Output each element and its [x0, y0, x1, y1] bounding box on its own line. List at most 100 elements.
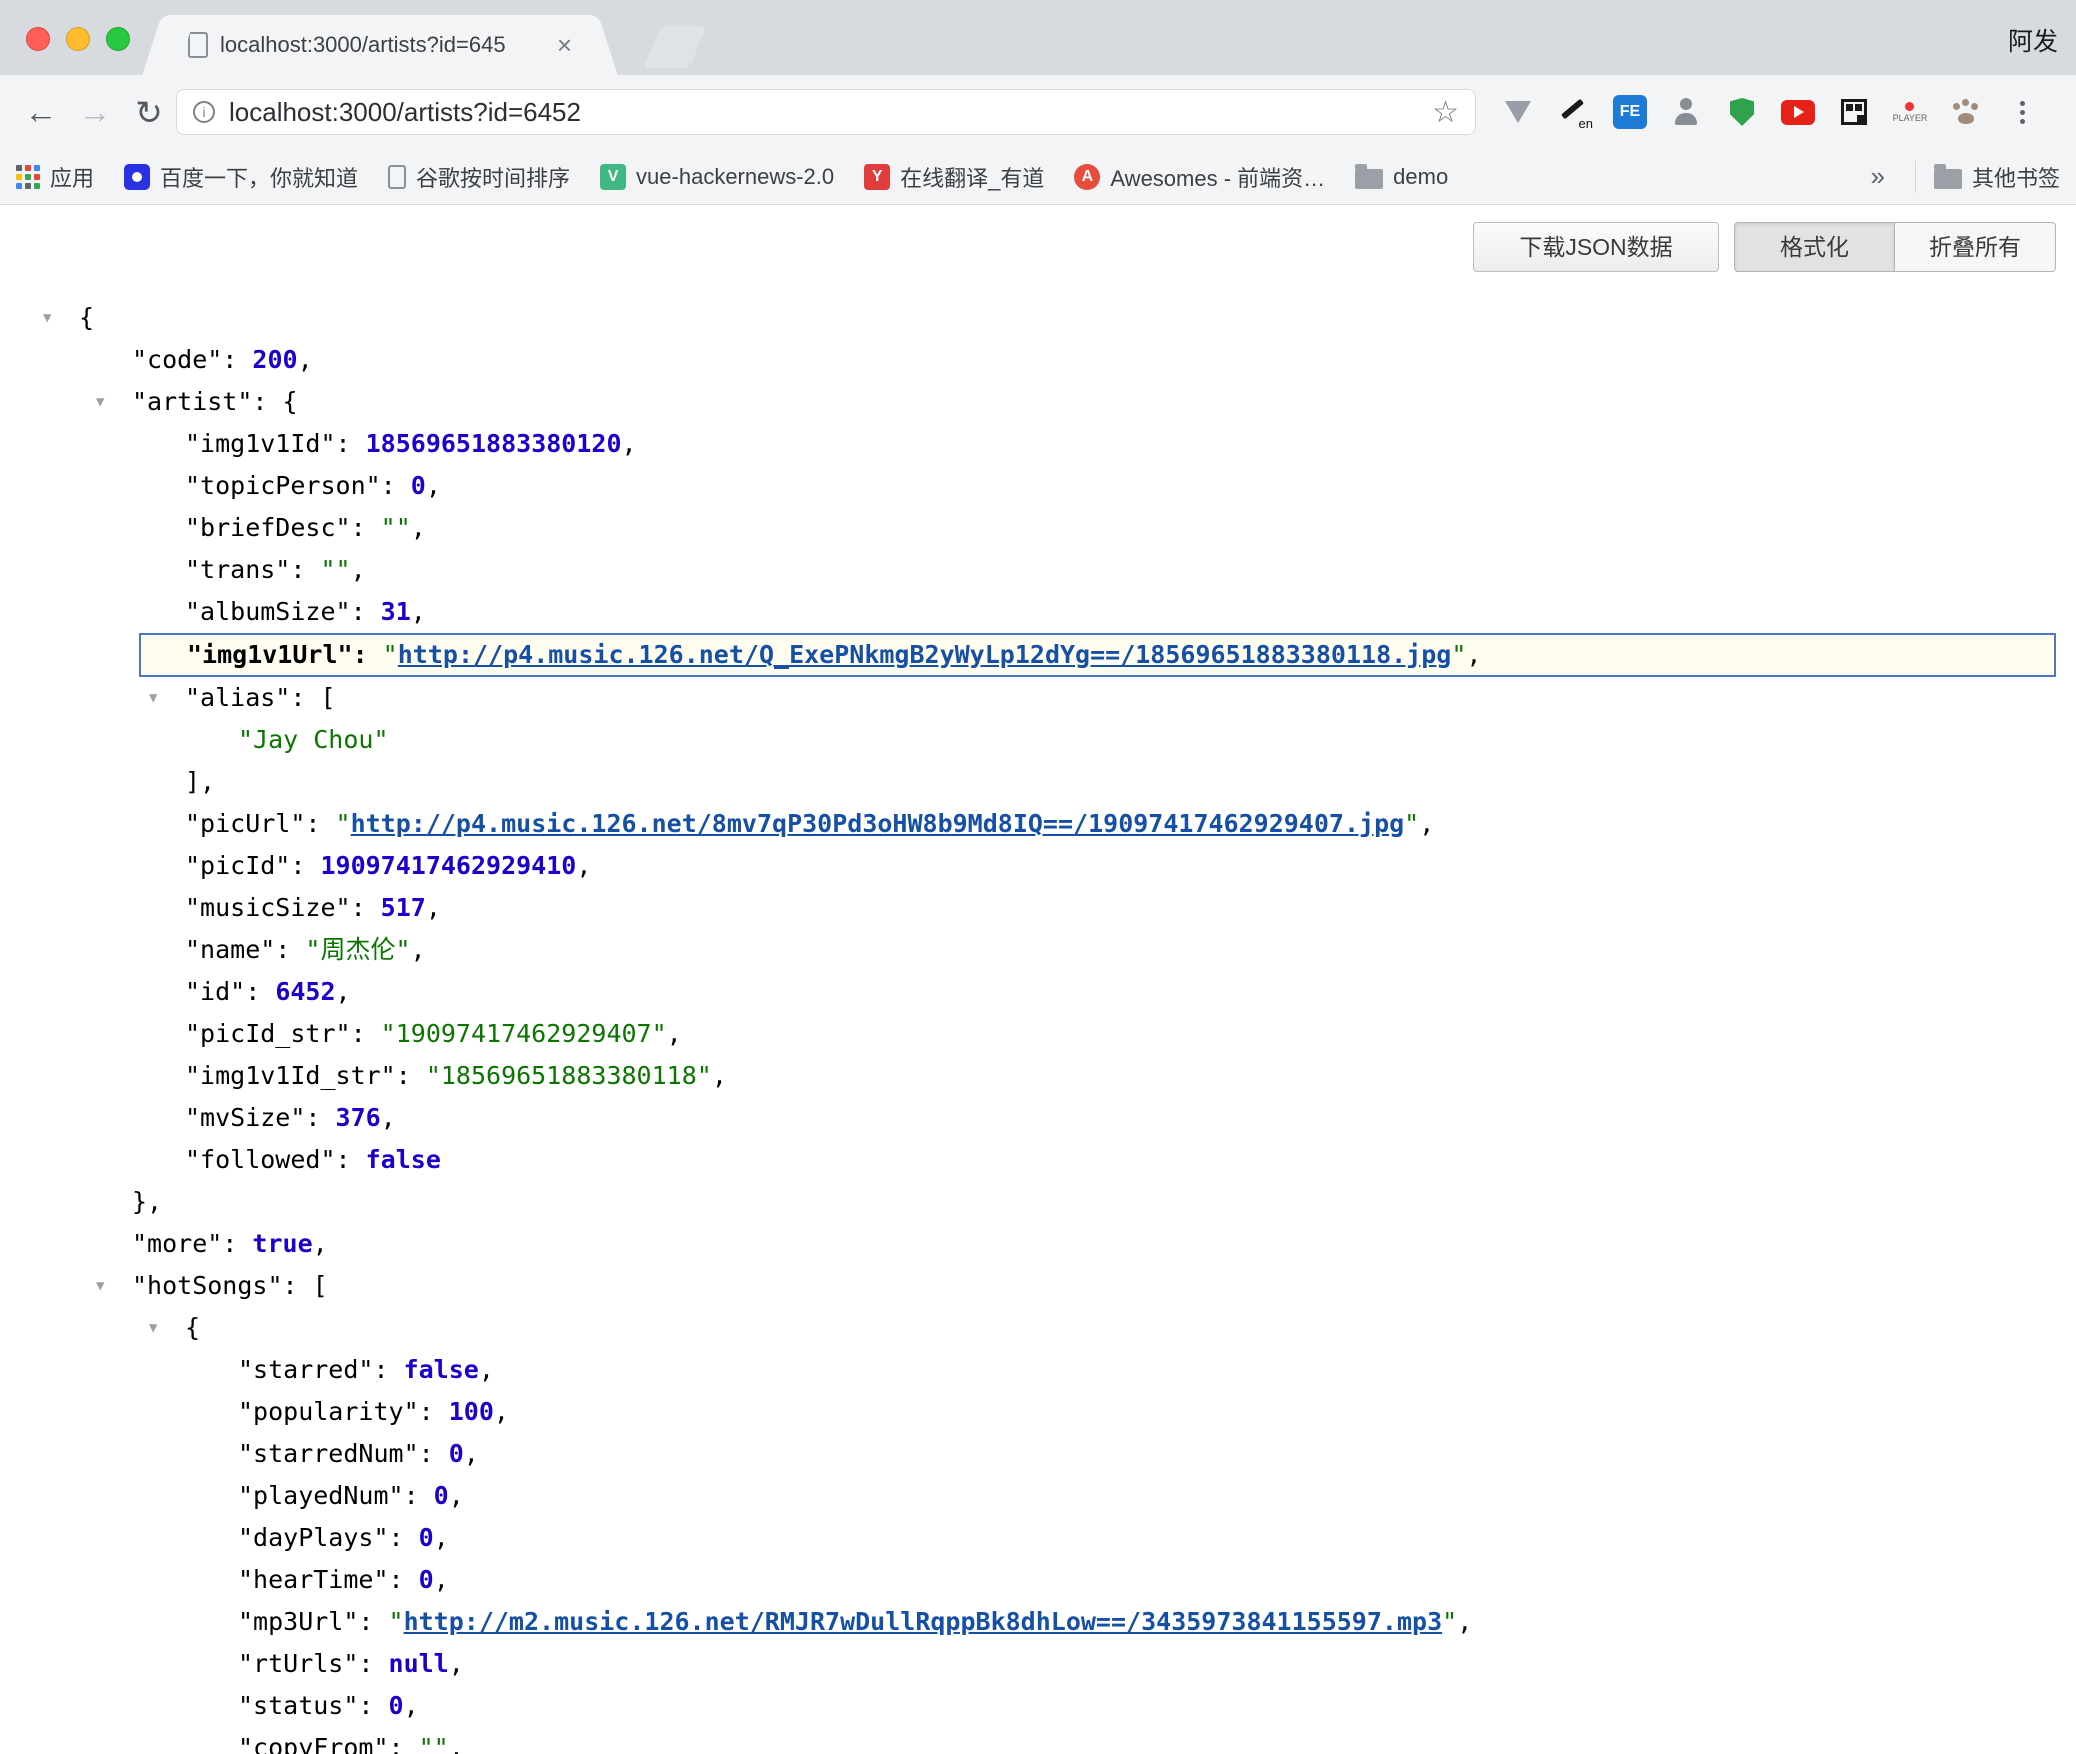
fehelper-extension-icon[interactable]: FE [1610, 92, 1650, 132]
vue-icon: V [600, 164, 626, 190]
json-line: "starred": false, [0, 1349, 2076, 1391]
format-button[interactable]: 格式化 [1734, 222, 1895, 272]
play-icon [1781, 100, 1815, 125]
collapse-arrow-icon[interactable]: ▼ [149, 677, 157, 719]
bookmarks-overflow-chevron[interactable]: » [1871, 161, 1885, 192]
bookmark-vue-hackernews[interactable]: V vue-hackernews-2.0 [600, 164, 834, 190]
other-bookmarks[interactable]: 其他书签 [1915, 161, 2060, 193]
awesomes-icon: A [1074, 164, 1100, 190]
qrcode-extension-icon[interactable] [1834, 92, 1874, 132]
json-line: "trans": "", [0, 549, 2076, 591]
collapse-arrow-icon[interactable]: ▼ [149, 1307, 157, 1349]
url-input[interactable]: localhost:3000/artists?id=6452 [229, 97, 1418, 128]
grey-v-extension-icon[interactable] [1498, 92, 1538, 132]
browser-menu-icon[interactable] [2002, 92, 2042, 132]
page-content: 下载JSON数据 格式化 折叠所有 ▼{"code": 200,▼"artist… [0, 205, 2076, 1754]
json-line: ▼"hotSongs": [ [0, 1265, 2076, 1307]
collapse-arrow-icon[interactable]: ▼ [96, 1265, 104, 1307]
profile-name[interactable]: 阿发 [2008, 22, 2058, 58]
bookmark-label: vue-hackernews-2.0 [636, 164, 834, 190]
bookmark-baidu[interactable]: 百度一下，你就知道 [124, 161, 358, 193]
shield-icon [1730, 98, 1754, 126]
bookmark-label: demo [1393, 164, 1448, 190]
bookmark-label: 在线翻译_有道 [900, 161, 1044, 193]
download-json-button[interactable]: 下载JSON数据 [1473, 222, 1719, 272]
json-line: "mp3Url": "http://m2.music.126.net/RMJR7… [0, 1601, 2076, 1643]
browser-tab[interactable]: localhost:3000/artists?id=645 × [170, 15, 590, 75]
json-line: "mvSize": 376, [0, 1097, 2076, 1139]
other-bookmarks-label: 其他书签 [1972, 161, 2060, 193]
json-url-link[interactable]: http://p4.music.126.net/Q_ExePNkmgB2yWyL… [398, 640, 1452, 669]
bookmark-youdao[interactable]: Y 在线翻译_有道 [864, 161, 1044, 193]
bookmark-google-sort[interactable]: 谷歌按时间排序 [388, 161, 570, 193]
json-line: "playedNum": 0, [0, 1475, 2076, 1517]
bookmark-label: 应用 [50, 161, 94, 193]
window-fullscreen-button[interactable] [106, 27, 130, 51]
baidu-icon [124, 164, 150, 190]
json-tree: ▼{"code": 200,▼"artist": {"img1v1Id": 18… [0, 297, 2076, 1754]
folder-icon [1355, 169, 1383, 189]
json-line: "picUrl": "http://p4.music.126.net/8mv7q… [0, 803, 2076, 845]
json-line: ], [0, 761, 2076, 803]
bookmark-label: 谷歌按时间排序 [416, 161, 570, 193]
window-minimize-button[interactable] [66, 27, 90, 51]
paw-extension-icon[interactable] [1946, 92, 1986, 132]
person-icon [1671, 97, 1701, 127]
paw-icon [1951, 97, 1981, 127]
qr-icon [1841, 99, 1867, 125]
json-line: ▼{ [0, 297, 2076, 339]
pen-icon: en [1557, 95, 1591, 129]
json-line: "copyFrom": "", [0, 1727, 2076, 1754]
json-line: "popularity": 100, [0, 1391, 2076, 1433]
page-icon [388, 165, 406, 189]
json-line: "hearTime": 0, [0, 1559, 2076, 1601]
json-line: "id": 6452, [0, 971, 2076, 1013]
json-line: "rtUrls": null, [0, 1643, 2076, 1685]
json-line: ▼"alias": [ [0, 677, 2076, 719]
json-line: "more": true, [0, 1223, 2076, 1265]
collapse-arrow-icon[interactable]: ▼ [43, 297, 51, 339]
profile-extension-icon[interactable] [1666, 92, 1706, 132]
bookmark-apps[interactable]: 应用 [16, 161, 94, 193]
json-line: "briefDesc": "", [0, 507, 2076, 549]
json-line-highlighted: "img1v1Url": "http://p4.music.126.net/Q_… [139, 633, 2056, 677]
player-extension-icon[interactable]: PLAYER [1890, 92, 1930, 132]
tab-close-icon[interactable]: × [557, 32, 572, 58]
reload-button[interactable]: ↻ [122, 93, 176, 132]
tab-strip: localhost:3000/artists?id=645 × 阿发 [0, 0, 2076, 75]
json-url-link[interactable]: http://m2.music.126.net/RMJR7wDullRqppBk… [404, 1607, 1443, 1636]
bookmark-demo[interactable]: demo [1355, 164, 1448, 190]
folder-icon [1934, 169, 1962, 189]
bookmark-label: 百度一下，你就知道 [160, 161, 358, 193]
collapse-all-button[interactable]: 折叠所有 [1895, 222, 2056, 272]
extensions-row: en FE PLAYER [1498, 92, 2042, 132]
json-line: "topicPerson": 0, [0, 465, 2076, 507]
triangle-icon [1505, 101, 1531, 123]
json-line: "img1v1Id": 18569651883380120, [0, 423, 2076, 465]
page-info-icon[interactable]: i [193, 101, 215, 123]
collapse-arrow-icon[interactable]: ▼ [96, 381, 104, 423]
navigation-bar: ← → ↻ i localhost:3000/artists?id=6452 ☆… [0, 75, 2076, 149]
window-close-button[interactable] [26, 27, 50, 51]
json-line: "picId_str": "19097417462929407", [0, 1013, 2076, 1055]
json-line: "starredNum": 0, [0, 1433, 2076, 1475]
json-line: "Jay Chou" [0, 719, 2076, 761]
json-url-link[interactable]: http://p4.music.126.net/8mv7qP30Pd3oHW8b… [351, 809, 1405, 838]
new-tab-button[interactable] [644, 26, 707, 68]
json-line: "albumSize": 31, [0, 591, 2076, 633]
json-line: ▼{ [0, 1307, 2076, 1349]
shield-extension-icon[interactable] [1722, 92, 1762, 132]
youtube-extension-icon[interactable] [1778, 92, 1818, 132]
bookmarks-bar: 应用 百度一下，你就知道 谷歌按时间排序 V vue-hackernews-2.… [0, 149, 2076, 205]
json-line: ▼"artist": { [0, 381, 2076, 423]
back-button[interactable]: ← [14, 93, 68, 131]
bookmark-star-icon[interactable]: ☆ [1432, 95, 1459, 130]
bookmark-label: Awesomes - 前端资… [1110, 161, 1325, 193]
json-line: "code": 200, [0, 339, 2076, 381]
forward-button[interactable]: → [68, 93, 122, 131]
url-bar[interactable]: i localhost:3000/artists?id=6452 ☆ [176, 89, 1476, 135]
kebab-menu-icon [2020, 101, 2025, 124]
bookmark-awesomes[interactable]: A Awesomes - 前端资… [1074, 161, 1325, 193]
apps-grid-icon [16, 165, 40, 189]
translate-pen-extension-icon[interactable]: en [1554, 92, 1594, 132]
